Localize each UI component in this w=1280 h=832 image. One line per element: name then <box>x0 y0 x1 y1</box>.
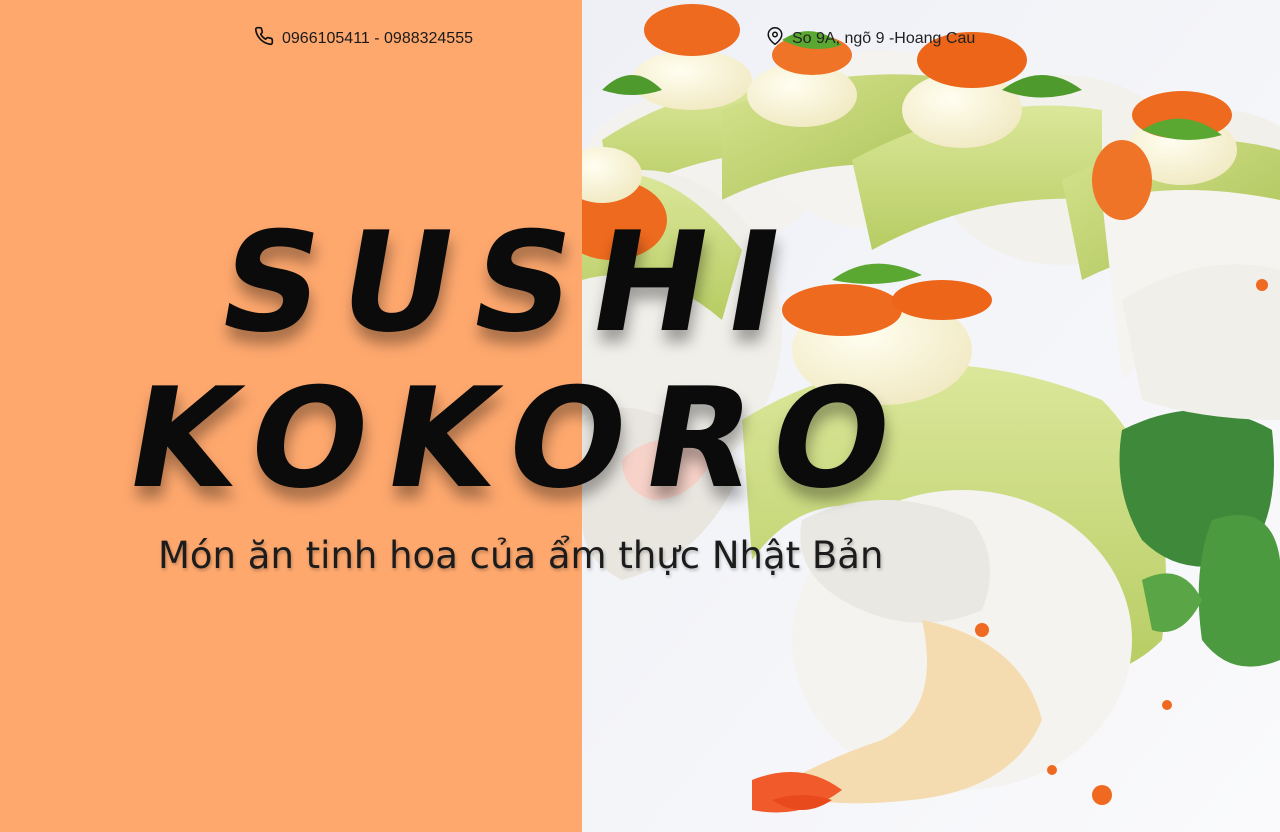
phone-numbers: 0966105411 - 0988324555 <box>282 29 473 47</box>
hero-title-line-1: SUSHI <box>207 202 814 363</box>
phone-icon <box>254 26 274 51</box>
address-contact[interactable]: So 9A, ngõ 9 -Hoang Cau <box>766 26 975 51</box>
address-text: So 9A, ngõ 9 -Hoang Cau <box>792 29 976 47</box>
hero-banner: 0966105411 - 0988324555 So 9A, ngõ 9 -Ho… <box>0 0 1280 832</box>
hero-tagline: Món ăn tinh hoa của ẩm thực Nhật Bản <box>158 534 884 577</box>
phone-contact[interactable]: 0966105411 - 0988324555 <box>254 26 473 51</box>
hero-title-line-2: KOKORO <box>115 358 924 519</box>
map-pin-icon <box>766 26 784 51</box>
